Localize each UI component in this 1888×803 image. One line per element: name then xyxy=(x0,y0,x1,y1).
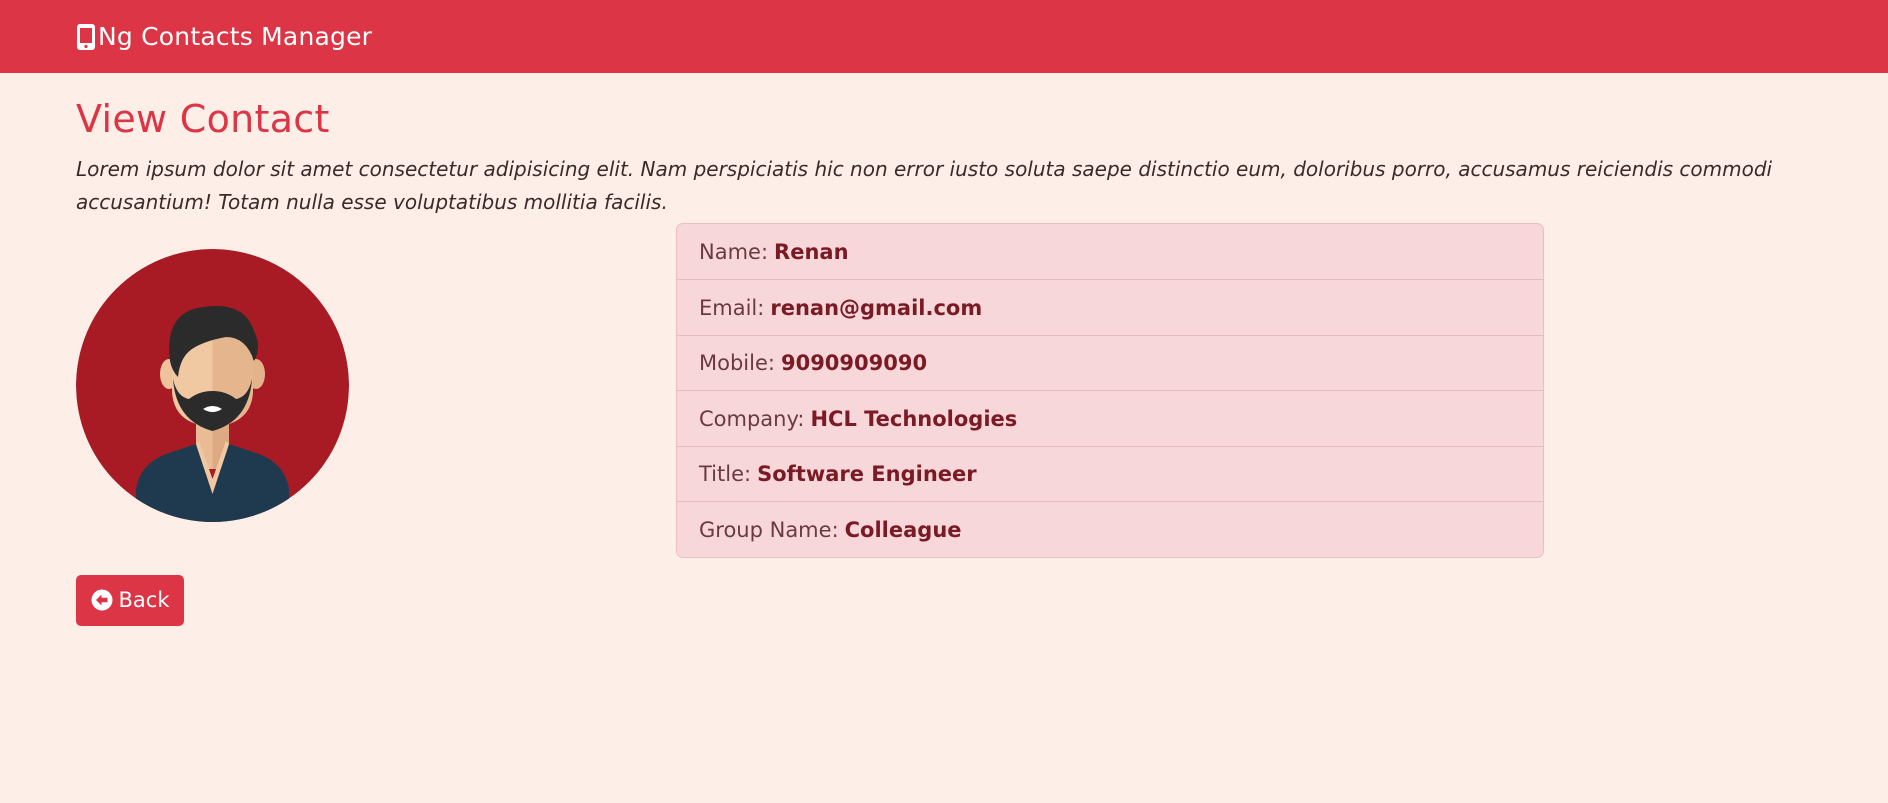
company-value: HCL Technologies xyxy=(810,406,1018,431)
back-button[interactable]: Back xyxy=(76,574,184,626)
arrow-circle-left-icon xyxy=(91,589,113,611)
page-description: Lorem ipsum dolor sit amet consectetur a… xyxy=(76,156,1773,214)
group-label: Group Name: xyxy=(699,517,839,542)
brand-title: Ng Contacts Manager xyxy=(98,22,373,51)
user-avatar-icon xyxy=(76,248,349,522)
contact-details-list: Name: Renan Email: renan@gmail.com Mobil… xyxy=(676,222,1544,558)
contact-group-item: Group Name: Colleague xyxy=(677,501,1543,557)
main-content: View Contact Lorem ipsum dolor sit amet … xyxy=(0,97,1888,626)
title-value: Software Engineer xyxy=(757,462,977,487)
contact-email-item: Email: renan@gmail.com xyxy=(677,279,1543,335)
page-title: View Contact xyxy=(76,97,330,141)
mobile-label: Mobile: xyxy=(699,351,775,376)
name-label: Name: xyxy=(699,239,769,264)
back-button-label: Back xyxy=(118,588,170,613)
contact-title-item: Title: Software Engineer xyxy=(677,445,1543,502)
group-value: Colleague xyxy=(844,517,962,542)
title-label: Title: xyxy=(699,462,752,487)
brand-link[interactable]: Ng Contacts Manager xyxy=(76,22,372,51)
navbar: Ng Contacts Manager xyxy=(0,0,1888,73)
email-label: Email: xyxy=(699,295,765,320)
email-value: renan@gmail.com xyxy=(770,295,983,320)
contact-name-item: Name: Renan xyxy=(677,224,1543,280)
contact-mobile-item: Mobile: 9090909090 xyxy=(677,334,1543,391)
contact-view: Name: Renan Email: renan@gmail.com Mobil… xyxy=(76,219,1812,626)
mobile-value: 9090909090 xyxy=(780,351,928,376)
company-label: Company: xyxy=(699,406,805,431)
name-value: Renan xyxy=(774,239,849,264)
contact-company-item: Company: HCL Technologies xyxy=(677,390,1543,446)
mobile-phone-icon xyxy=(76,23,96,51)
